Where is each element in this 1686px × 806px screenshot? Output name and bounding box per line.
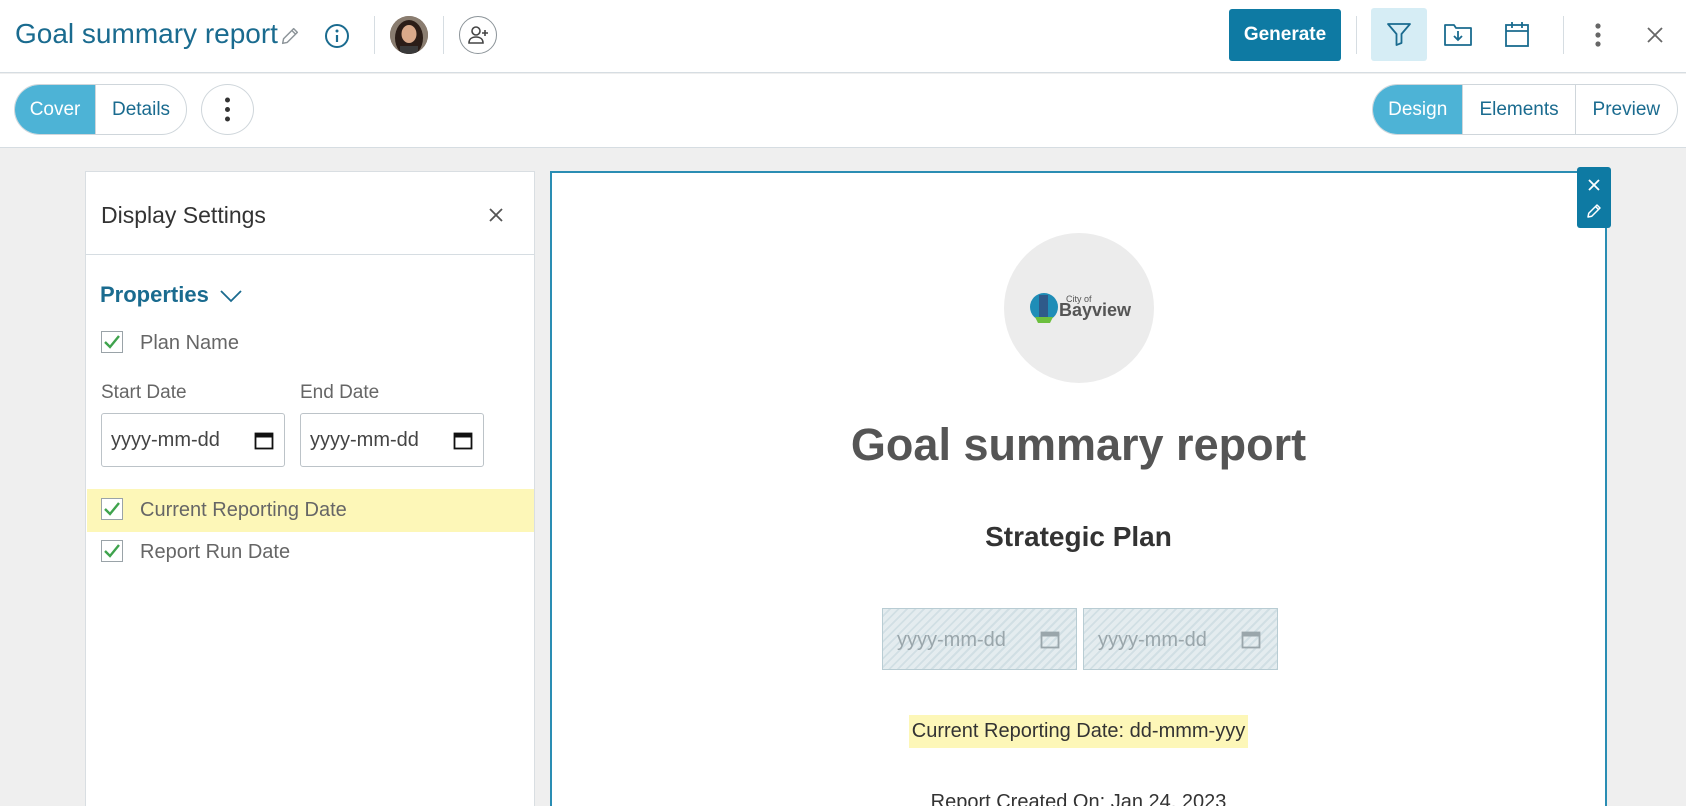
- start-date-placeholder: yyyy-mm-dd: [111, 429, 220, 451]
- report-cover-canvas[interactable]: City of Bayview Goal summary report Stra…: [550, 171, 1607, 806]
- bayview-logo: City of Bayview: [1030, 293, 1132, 323]
- cover-report-created: Report Created On: Jan 24, 2023: [930, 791, 1227, 806]
- divider: [1563, 16, 1564, 54]
- start-date-label: Start Date: [101, 382, 187, 403]
- secondary-toolbar: Cover Details Design Elements Preview: [0, 74, 1686, 148]
- close-icon[interactable]: [1587, 178, 1601, 192]
- divider: [374, 16, 375, 54]
- pencil-icon[interactable]: [278, 24, 302, 48]
- generate-button[interactable]: Generate: [1229, 9, 1341, 61]
- calendar-icon[interactable]: [453, 430, 473, 450]
- cover-details-toggle: Cover Details: [14, 84, 187, 135]
- plan-name-label: Plan Name: [140, 332, 239, 354]
- tab-details[interactable]: Details: [96, 85, 186, 134]
- check-icon: [104, 544, 120, 558]
- close-icon[interactable]: [1642, 22, 1668, 48]
- add-user-icon[interactable]: [459, 16, 497, 54]
- more-vertical-icon[interactable]: [1586, 20, 1610, 50]
- divider: [1356, 16, 1357, 54]
- logo-big-text: Bayview: [1059, 300, 1132, 320]
- chevron-down-icon: [220, 290, 242, 303]
- tab-cover[interactable]: Cover: [15, 85, 97, 134]
- start-date-input[interactable]: yyyy-mm-dd: [101, 413, 285, 467]
- cover-report-title: Goal summary report: [850, 419, 1307, 470]
- cover-end-placeholder: yyyy-mm-dd: [1098, 629, 1207, 651]
- avatar[interactable]: [390, 16, 428, 54]
- top-header: Goal summary report Generate: [0, 0, 1686, 73]
- current-reporting-checkbox[interactable]: [101, 498, 123, 520]
- calendar-icon: [1241, 631, 1261, 649]
- properties-label: Properties: [100, 282, 209, 307]
- cover-end-date[interactable]: yyyy-mm-dd: [1083, 608, 1278, 670]
- check-icon: [104, 502, 120, 516]
- tab-preview[interactable]: Preview: [1576, 85, 1677, 134]
- plan-name-checkbox[interactable]: [101, 331, 123, 353]
- current-reporting-label: Current Reporting Date: [140, 499, 347, 521]
- cover-start-date[interactable]: yyyy-mm-dd: [882, 608, 1077, 670]
- pencil-icon[interactable]: [1585, 202, 1603, 220]
- calendar-icon[interactable]: [254, 430, 274, 450]
- cover-start-placeholder: yyyy-mm-dd: [897, 629, 1006, 651]
- tab-design[interactable]: Design: [1373, 85, 1464, 134]
- report-run-label: Report Run Date: [140, 541, 291, 563]
- more-options-button[interactable]: [201, 84, 254, 135]
- panel-title: Display Settings: [101, 202, 266, 228]
- filter-icon[interactable]: [1385, 20, 1413, 48]
- end-date-label: End Date: [300, 382, 380, 403]
- canvas-edit-tab: [1577, 167, 1611, 228]
- check-icon: [104, 335, 120, 349]
- cover-plan-title: Strategic Plan: [985, 521, 1172, 552]
- folder-download-icon[interactable]: [1443, 20, 1473, 48]
- tab-elements[interactable]: Elements: [1463, 85, 1576, 134]
- end-date-input[interactable]: yyyy-mm-dd: [300, 413, 484, 467]
- display-settings-panel: Display Settings Properties Plan Name St…: [85, 171, 535, 806]
- calendar-icon[interactable]: [1503, 20, 1531, 48]
- more-vertical-icon: [225, 97, 230, 122]
- cover-current-reporting-date: Current Reporting Date: dd-mmm-yyy: [909, 715, 1248, 748]
- close-icon[interactable]: [485, 204, 507, 226]
- report-title: Goal summary report: [15, 18, 278, 49]
- calendar-icon: [1040, 631, 1060, 649]
- view-mode-toggle: Design Elements Preview: [1372, 84, 1678, 135]
- info-icon[interactable]: [323, 22, 351, 50]
- end-date-placeholder: yyyy-mm-dd: [310, 429, 419, 451]
- properties-header[interactable]: Properties: [100, 282, 243, 308]
- panel-header: Display Settings: [86, 172, 534, 255]
- divider: [443, 16, 444, 54]
- report-run-checkbox[interactable]: [101, 540, 123, 562]
- logo[interactable]: City of Bayview: [1004, 233, 1154, 383]
